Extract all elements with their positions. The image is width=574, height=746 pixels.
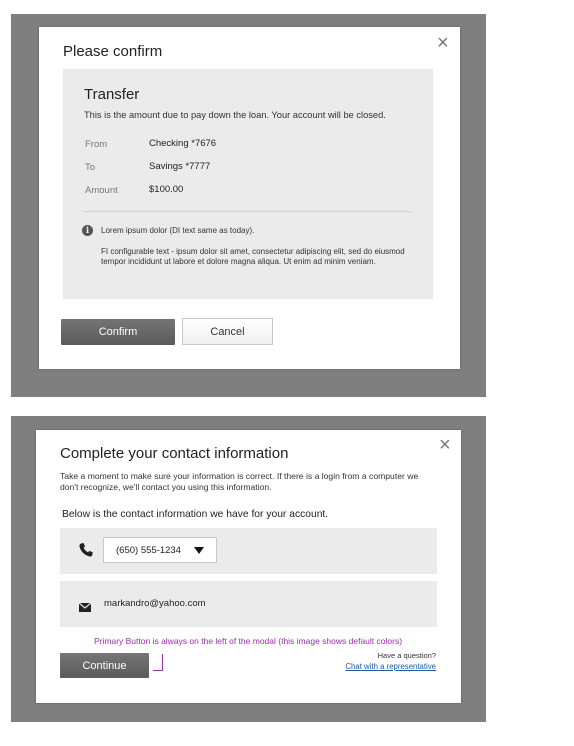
amount-label: Amount (85, 185, 118, 196)
intro-text: Take a moment to make sure your informat… (60, 471, 419, 492)
contact-modal: × Complete your contact information Take… (36, 430, 461, 703)
info-line: Lorem ipsum dolor (DI text same as today… (101, 226, 255, 235)
annotation-line (153, 654, 163, 671)
confirm-modal: × Please confirm Transfer This is the am… (39, 27, 460, 369)
from-label: From (85, 139, 108, 150)
panel-heading: Transfer (84, 86, 140, 103)
phone-select[interactable]: (650) 555-1234 (103, 537, 217, 563)
to-label: To (85, 162, 96, 173)
modal-title: Please confirm (63, 43, 163, 60)
phone-value: (650) 555-1234 (116, 545, 181, 556)
cancel-button[interactable]: Cancel (182, 318, 273, 345)
phone-icon (78, 542, 94, 558)
transfer-panel: Transfer This is the amount due to pay d… (63, 69, 433, 299)
phone-panel: (650) 555-1234 (60, 528, 437, 574)
chevron-down-icon (194, 547, 204, 554)
chat-link[interactable]: Chat with a representative (345, 662, 436, 671)
envelope-icon (78, 599, 92, 612)
panel-subtitle: This is the amount due to pay down the l… (84, 110, 386, 120)
annotation-note: Primary Button is always on the left of … (94, 636, 403, 646)
info-paragraph: FI configurable text - ipsum dolor sit a… (101, 247, 405, 266)
confirm-button[interactable]: Confirm (61, 319, 175, 345)
from-value: Checking *7676 (149, 138, 217, 149)
modal-title: Complete your contact information (60, 445, 289, 462)
divider (83, 211, 411, 212)
email-panel: markandro@yahoo.com (60, 581, 437, 627)
email-value: markandro@yahoo.com (104, 598, 206, 609)
info-icon: i (82, 225, 93, 236)
to-value: Savings *7777 (149, 161, 211, 172)
continue-button[interactable]: Continue (60, 653, 149, 678)
close-icon[interactable]: × (437, 33, 449, 53)
question-text: Have a question? (377, 651, 436, 660)
amount-value: $100.00 (149, 184, 184, 195)
subheading: Below is the contact information we have… (62, 509, 329, 520)
close-icon[interactable]: × (439, 435, 451, 455)
